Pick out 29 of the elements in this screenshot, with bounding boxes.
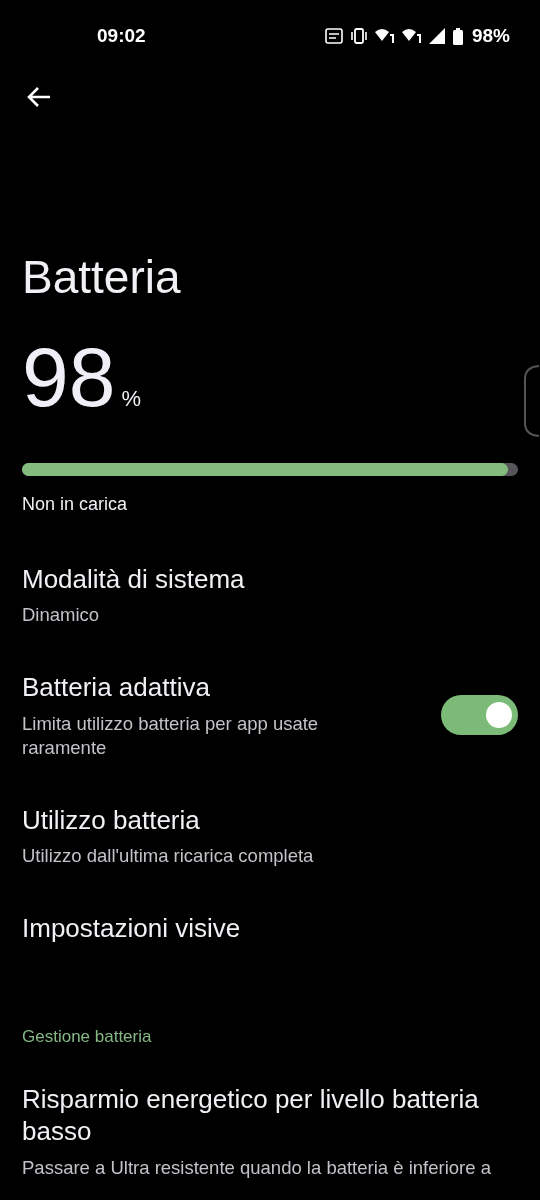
settings-item[interactable]: Risparmio energetico per livello batteria basso Passare a Ultra resistente quando la batteria è inferiore a — [0, 1082, 540, 1180]
battery-percent-value: 98 — [22, 334, 116, 419]
refresh-rate-icon — [324, 28, 343, 44]
vibrate-icon — [349, 28, 368, 44]
edge-handle-icon — [522, 365, 540, 437]
section-header: Gestione batteria — [22, 1026, 153, 1047]
item-subtitle: Passare a Ultra resistente quando la batteria è inferiore a — [22, 1155, 492, 1180]
settings-item[interactable]: Impostazioni visive — [0, 912, 540, 945]
wifi-icon — [401, 28, 422, 44]
battery-percentage: 98% — [471, 25, 510, 47]
settings-item[interactable]: Modalità di sistema Dinamico — [0, 562, 540, 628]
wifi-icon — [374, 28, 395, 44]
battery-icon — [452, 27, 463, 45]
charging-status: Non in carica — [22, 493, 129, 515]
signal-icon — [428, 28, 446, 44]
item-title: Risparmio energetico per livello batteria basso — [22, 1082, 480, 1148]
item-title: Batteria adattiva — [22, 671, 211, 704]
item-title: Utilizzo batteria — [22, 803, 201, 837]
settings-item[interactable]: Batteria adattiva Limita utilizzo batteria per app usate raramente — [0, 671, 540, 760]
toggle-switch[interactable] — [441, 695, 518, 736]
settings-item[interactable]: Utilizzo batteria Utilizzo dall'ultima ricarica completa — [0, 803, 540, 869]
item-title: Impostazioni visive — [22, 912, 242, 945]
item-subtitle: Limita utilizzo batteria per app usate raramente — [22, 711, 320, 760]
status-time: 09:02 — [97, 25, 147, 47]
page-title: Batteria — [22, 252, 182, 303]
percent-unit: % — [121, 385, 141, 412]
item-title: Modalità di sistema — [22, 562, 246, 596]
item-subtitle: Utilizzo dall'ultima ricarica completa — [22, 844, 315, 869]
item-subtitle: Dinamico — [22, 603, 101, 628]
